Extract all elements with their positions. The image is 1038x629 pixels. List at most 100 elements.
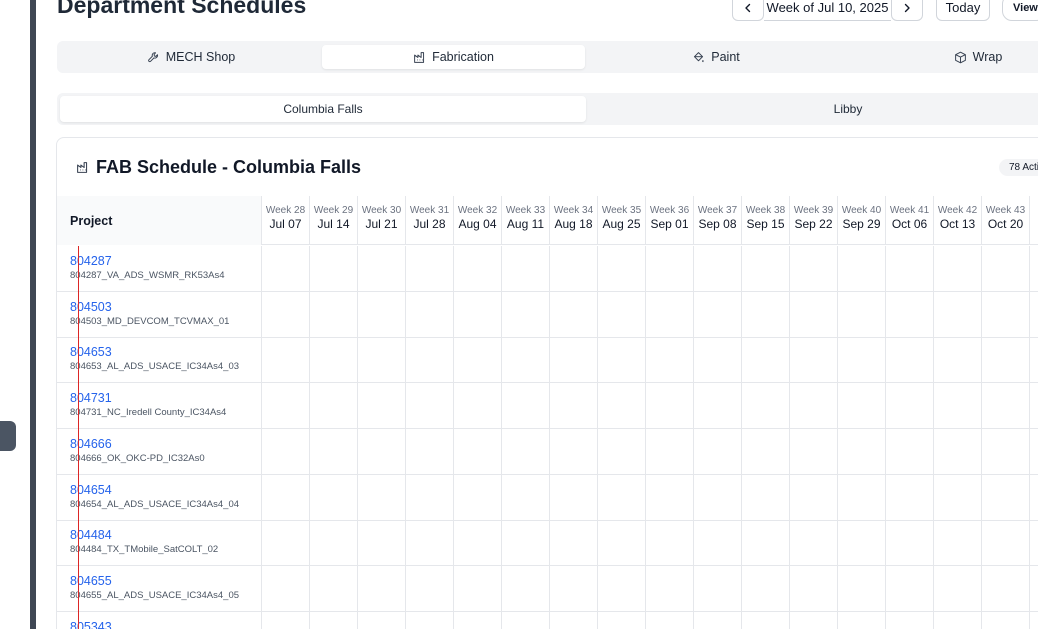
schedule-cell[interactable] (742, 291, 790, 338)
schedule-cell[interactable] (310, 474, 358, 521)
schedule-cell[interactable] (454, 565, 502, 612)
schedule-cell[interactable] (838, 428, 886, 475)
schedule-cell[interactable] (406, 565, 454, 612)
tab-fabrication[interactable]: Fabrication (322, 45, 585, 69)
schedule-cell[interactable] (838, 520, 886, 567)
schedule-cell[interactable] (646, 428, 694, 475)
schedule-cell[interactable] (934, 383, 982, 430)
project-number-link[interactable]: 804653 (70, 345, 261, 360)
schedule-cell[interactable] (550, 383, 598, 430)
schedule-cell[interactable] (358, 246, 406, 292)
schedule-cell[interactable] (406, 246, 454, 292)
today-button[interactable]: Today (936, 0, 990, 21)
schedule-cell[interactable] (982, 291, 1030, 338)
schedule-cell[interactable] (646, 611, 694, 629)
schedule-cell[interactable] (550, 246, 598, 292)
schedule-cell[interactable] (694, 383, 742, 430)
sidebar-resize-divider[interactable] (30, 0, 36, 629)
schedule-cell[interactable] (790, 565, 838, 612)
schedule-cell[interactable] (646, 565, 694, 612)
schedule-cell[interactable] (790, 337, 838, 384)
schedule-cell[interactable] (310, 565, 358, 612)
schedule-cell[interactable] (598, 291, 646, 338)
schedule-cell[interactable] (406, 474, 454, 521)
schedule-cell[interactable] (502, 520, 550, 567)
project-number-link[interactable]: 804484 (70, 528, 261, 543)
schedule-cell[interactable] (982, 428, 1030, 475)
schedule-cell[interactable] (406, 520, 454, 567)
schedule-cell[interactable] (550, 337, 598, 384)
schedule-cell[interactable] (886, 565, 934, 612)
schedule-cell[interactable] (262, 337, 310, 384)
schedule-cell[interactable] (358, 565, 406, 612)
schedule-cell[interactable] (598, 565, 646, 612)
schedule-cell[interactable] (790, 474, 838, 521)
schedule-cell[interactable] (646, 383, 694, 430)
schedule-cell[interactable] (550, 428, 598, 475)
schedule-cell[interactable] (646, 337, 694, 384)
schedule-cell[interactable] (694, 611, 742, 629)
schedule-cell[interactable] (502, 611, 550, 629)
view-button[interactable]: View (1002, 0, 1038, 21)
schedule-cell[interactable] (358, 291, 406, 338)
schedule-cell[interactable] (886, 428, 934, 475)
schedule-cell[interactable] (646, 291, 694, 338)
schedule-cell[interactable] (598, 428, 646, 475)
schedule-cell[interactable] (262, 611, 310, 629)
schedule-cell[interactable] (934, 520, 982, 567)
schedule-cell[interactable] (1030, 520, 1038, 566)
schedule-cell[interactable] (262, 291, 310, 338)
tab-mech-shop[interactable]: MECH Shop (60, 45, 322, 69)
schedule-cell[interactable] (886, 383, 934, 430)
schedule-cell[interactable] (742, 428, 790, 475)
schedule-cell[interactable] (982, 383, 1030, 430)
schedule-cell[interactable] (502, 337, 550, 384)
schedule-cell[interactable] (1030, 612, 1038, 629)
schedule-cell[interactable] (742, 383, 790, 430)
schedule-cell[interactable] (502, 291, 550, 338)
schedule-cell[interactable] (982, 337, 1030, 384)
schedule-cell[interactable] (838, 337, 886, 384)
schedule-cell[interactable] (310, 520, 358, 567)
schedule-cell[interactable] (790, 520, 838, 567)
tab-wrap[interactable]: Wrap (847, 45, 1038, 69)
schedule-cell[interactable] (550, 291, 598, 338)
project-number-link[interactable]: 804666 (70, 437, 261, 452)
schedule-cell[interactable] (886, 474, 934, 521)
schedule-cell[interactable] (838, 383, 886, 430)
schedule-cell[interactable] (262, 428, 310, 475)
schedule-cell[interactable] (694, 337, 742, 384)
schedule-cell[interactable] (1030, 475, 1038, 521)
schedule-cell[interactable] (742, 246, 790, 292)
project-number-link[interactable]: 804287 (70, 254, 261, 269)
schedule-cell[interactable] (502, 246, 550, 292)
schedule-cell[interactable] (934, 291, 982, 338)
schedule-cell[interactable] (982, 474, 1030, 521)
schedule-cell[interactable] (742, 337, 790, 384)
schedule-cell[interactable] (502, 565, 550, 612)
schedule-cell[interactable] (598, 520, 646, 567)
schedule-cell[interactable] (454, 520, 502, 567)
schedule-cell[interactable] (550, 565, 598, 612)
schedule-cell[interactable] (694, 520, 742, 567)
schedule-cell[interactable] (406, 383, 454, 430)
schedule-cell[interactable] (934, 611, 982, 629)
schedule-cell[interactable] (310, 291, 358, 338)
schedule-cell[interactable] (646, 246, 694, 292)
schedule-cell[interactable] (886, 520, 934, 567)
schedule-cell[interactable] (694, 291, 742, 338)
schedule-cell[interactable] (502, 383, 550, 430)
schedule-cell[interactable] (934, 246, 982, 292)
schedule-cell[interactable] (358, 383, 406, 430)
schedule-cell[interactable] (838, 611, 886, 629)
schedule-cell[interactable] (502, 474, 550, 521)
project-number-link[interactable]: 805343 (70, 620, 261, 629)
schedule-cell[interactable] (790, 611, 838, 629)
schedule-cell[interactable] (838, 565, 886, 612)
schedule-cell[interactable] (790, 291, 838, 338)
schedule-cell[interactable] (454, 428, 502, 475)
project-number-link[interactable]: 804503 (70, 300, 261, 315)
schedule-cell[interactable] (1030, 292, 1038, 338)
schedule-cell[interactable] (358, 337, 406, 384)
schedule-cell[interactable] (838, 474, 886, 521)
